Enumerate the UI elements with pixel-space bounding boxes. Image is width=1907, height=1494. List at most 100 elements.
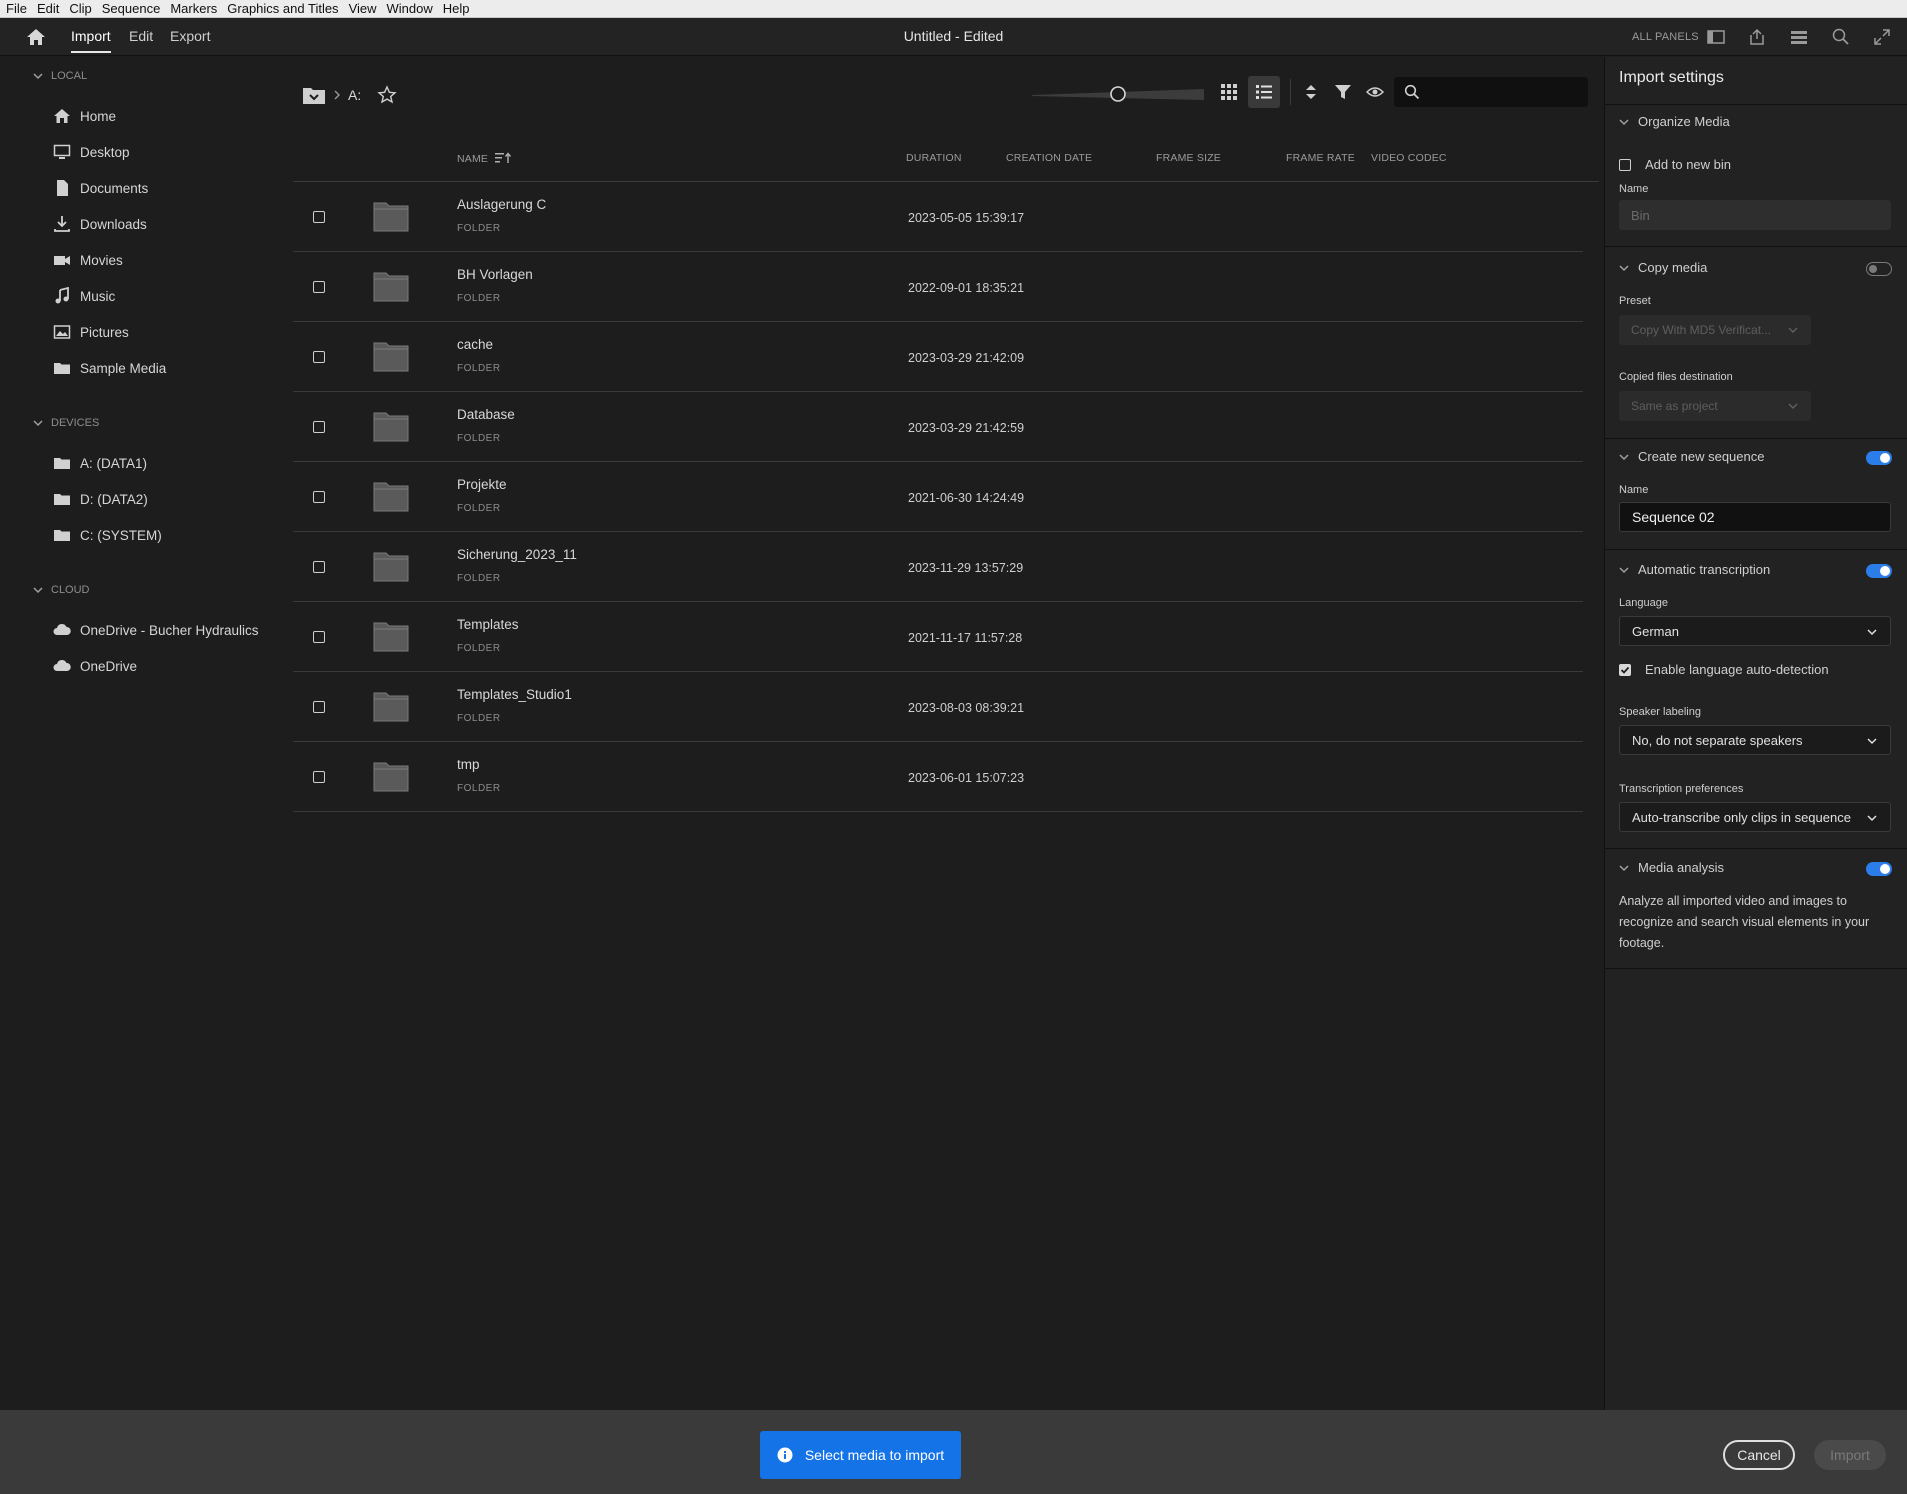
- breadcrumb-drive[interactable]: A:: [348, 87, 361, 103]
- menu-markers[interactable]: Markers: [170, 1, 217, 16]
- menu-window[interactable]: Window: [387, 1, 433, 16]
- divider: [1605, 104, 1907, 105]
- table-row[interactable]: Sicherung_2023_11 FOLDER 2023-11-29 13:57:…: [293, 532, 1583, 602]
- menu-file[interactable]: File: [6, 1, 27, 16]
- add-to-bin-checkbox[interactable]: Add to new bin: [1619, 157, 1731, 172]
- menu-clip[interactable]: Clip: [69, 1, 91, 16]
- tab-export[interactable]: Export: [170, 28, 210, 44]
- menu-help[interactable]: Help: [443, 1, 470, 16]
- row-checkbox[interactable]: [313, 421, 325, 433]
- row-checkbox[interactable]: [313, 631, 325, 643]
- menu-view[interactable]: View: [349, 1, 377, 16]
- import-button[interactable]: Import: [1814, 1440, 1886, 1470]
- sidebar-item-onedrive-bucher[interactable]: OneDrive - Bucher Hydraulics: [53, 618, 259, 642]
- row-checkbox[interactable]: [313, 281, 325, 293]
- star-icon[interactable]: [377, 85, 397, 105]
- cloud-section-header[interactable]: CLOUD: [33, 584, 90, 596]
- workspaces-icon[interactable]: [1789, 27, 1809, 47]
- thumbnail-size-slider[interactable]: [1032, 86, 1204, 102]
- media-analysis-toggle[interactable]: [1866, 862, 1892, 876]
- table-row[interactable]: BH Vorlagen FOLDER 2022-09-01 18:35:21: [293, 252, 1583, 322]
- list-view-icon[interactable]: [1248, 76, 1280, 108]
- automatic-transcription-header[interactable]: Automatic transcription: [1619, 562, 1770, 577]
- auto-detection-checkbox[interactable]: Enable language auto-detection: [1619, 662, 1829, 677]
- row-checkbox[interactable]: [313, 771, 325, 783]
- eye-icon[interactable]: [1364, 81, 1386, 103]
- table-row[interactable]: Templates FOLDER 2021-11-17 11:57:28: [293, 602, 1583, 672]
- tab-import[interactable]: Import: [71, 28, 111, 53]
- cancel-button[interactable]: Cancel: [1723, 1440, 1795, 1470]
- column-header-creation-date[interactable]: CREATION DATE: [1006, 152, 1092, 164]
- table-row[interactable]: cache FOLDER 2023-03-29 21:42:09: [293, 322, 1583, 392]
- sidebar-item-documents[interactable]: Documents: [53, 176, 148, 200]
- checkbox-label: Add to new bin: [1645, 157, 1732, 172]
- file-kind: FOLDER: [457, 363, 501, 374]
- sidebar-item-onedrive[interactable]: OneDrive: [53, 654, 137, 678]
- column-header-frame-rate[interactable]: FRAME RATE: [1286, 152, 1355, 164]
- sidebar-item-drive-a[interactable]: A: (DATA1): [53, 451, 147, 475]
- checkbox-box[interactable]: [1619, 158, 1631, 171]
- media-analysis-header[interactable]: Media analysis: [1619, 860, 1724, 875]
- checkmark-icon[interactable]: [1619, 663, 1631, 676]
- home-icon[interactable]: [25, 27, 47, 47]
- menu-sequence[interactable]: Sequence: [102, 1, 161, 16]
- sidebar-item-drive-c[interactable]: C: (SYSTEM): [53, 523, 162, 547]
- table-row[interactable]: Auslagerung C FOLDER 2023-05-05 15:39:17: [293, 182, 1583, 252]
- table-row[interactable]: tmp FOLDER 2023-06-01 15:07:23: [293, 742, 1583, 812]
- sidebar-item-movies[interactable]: Movies: [53, 248, 123, 272]
- chevron-down-icon: [1619, 453, 1629, 460]
- transcription-toggle[interactable]: [1866, 564, 1892, 578]
- share-icon[interactable]: [1747, 27, 1767, 47]
- sort-icon[interactable]: [1300, 81, 1322, 103]
- row-checkbox[interactable]: [313, 211, 325, 223]
- transcription-preferences-dropdown[interactable]: Auto-transcribe only clips in sequence: [1619, 802, 1891, 832]
- row-checkbox[interactable]: [313, 701, 325, 713]
- sidebar-item-pictures[interactable]: Pictures: [53, 320, 129, 344]
- local-section-header[interactable]: LOCAL: [33, 70, 87, 82]
- grid-view-icon[interactable]: [1218, 81, 1240, 103]
- column-header-name[interactable]: NAME: [457, 152, 513, 165]
- create-sequence-header[interactable]: Create new sequence: [1619, 449, 1764, 464]
- search-help-icon[interactable]: [1831, 27, 1851, 47]
- info-icon: [777, 1447, 793, 1463]
- devices-section-header[interactable]: DEVICES: [33, 417, 99, 429]
- tab-edit[interactable]: Edit: [129, 28, 153, 44]
- sequence-name-input[interactable]: Sequence 02: [1619, 502, 1891, 532]
- copy-media-toggle[interactable]: [1866, 262, 1892, 276]
- destination-dropdown[interactable]: Same as project: [1619, 391, 1811, 421]
- speaker-labeling-dropdown[interactable]: No, do not separate speakers: [1619, 725, 1891, 755]
- table-row[interactable]: Projekte FOLDER 2021-06-30 14:24:49: [293, 462, 1583, 532]
- menu-graphics-and-titles[interactable]: Graphics and Titles: [227, 1, 338, 16]
- preset-dropdown[interactable]: Copy With MD5 Verificat...: [1619, 315, 1811, 345]
- create-sequence-toggle[interactable]: [1866, 451, 1892, 465]
- table-row[interactable]: Templates_Studio1 FOLDER 2023-08-03 08:39:…: [293, 672, 1583, 742]
- copy-media-header[interactable]: Copy media: [1619, 260, 1707, 275]
- bin-name-input[interactable]: Bin: [1619, 200, 1891, 230]
- sidebar-item-music[interactable]: Music: [53, 284, 115, 308]
- media-browser: A: NAME DURATION CREATION DATE FRAME SIZ…: [280, 57, 1604, 1410]
- chevron-down-icon: [33, 420, 43, 427]
- slider-thumb[interactable]: [1110, 86, 1126, 102]
- row-checkbox[interactable]: [313, 491, 325, 503]
- sidebar-item-drive-d[interactable]: D: (DATA2): [53, 487, 148, 511]
- table-row[interactable]: Database FOLDER 2023-03-29 21:42:59: [293, 392, 1583, 462]
- folder-dropdown-icon[interactable]: [302, 84, 326, 106]
- fullscreen-icon[interactable]: [1872, 27, 1892, 47]
- row-checkbox[interactable]: [313, 561, 325, 573]
- panel-layout-icon[interactable]: [1706, 27, 1726, 47]
- organize-media-header[interactable]: Organize Media: [1619, 114, 1730, 129]
- search-input[interactable]: [1394, 77, 1588, 107]
- file-kind: FOLDER: [457, 503, 501, 514]
- column-header-frame-size[interactable]: FRAME SIZE: [1156, 152, 1221, 164]
- download-icon: [53, 215, 71, 233]
- sidebar-item-downloads[interactable]: Downloads: [53, 212, 147, 236]
- language-dropdown[interactable]: German: [1619, 616, 1891, 646]
- filter-icon[interactable]: [1332, 81, 1354, 103]
- sidebar-item-desktop[interactable]: Desktop: [53, 140, 130, 164]
- sidebar-item-home[interactable]: Home: [53, 104, 116, 128]
- row-checkbox[interactable]: [313, 351, 325, 363]
- menu-edit[interactable]: Edit: [37, 1, 59, 16]
- sidebar-item-sample-media[interactable]: Sample Media: [53, 356, 166, 380]
- column-header-duration[interactable]: DURATION: [906, 152, 962, 164]
- column-header-video-codec[interactable]: VIDEO CODEC: [1371, 152, 1447, 164]
